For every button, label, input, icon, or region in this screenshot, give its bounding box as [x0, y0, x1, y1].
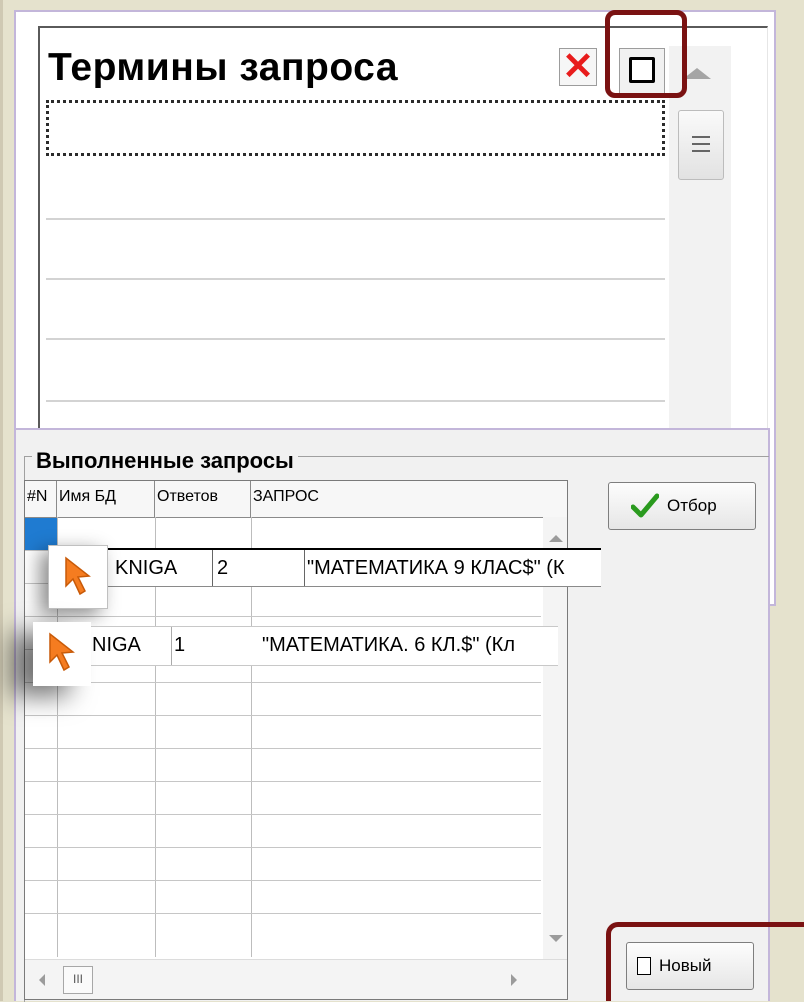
page-edge	[0, 0, 3, 1001]
scroll-down-arrow-icon[interactable]	[549, 935, 563, 942]
selected-term-row[interactable]	[46, 100, 665, 156]
term-row[interactable]	[46, 338, 665, 340]
term-row[interactable]	[46, 278, 665, 280]
clear-terms-button[interactable]: ✕	[559, 46, 597, 88]
query-cell: "МАТЕМАТИКА 9 КЛАС$" (К	[307, 557, 565, 579]
scroll-left-arrow-icon[interactable]	[39, 974, 45, 986]
answers-cell: 1	[174, 634, 186, 656]
grid-line	[25, 715, 541, 716]
orange-arrow-cursor-icon	[49, 632, 75, 672]
column-header-answers[interactable]: Ответов	[155, 481, 251, 517]
grid-line	[25, 880, 541, 881]
column-header-number[interactable]: #N	[25, 481, 57, 517]
green-checkmark-icon	[631, 493, 659, 518]
grid-line	[25, 781, 541, 782]
db-name-cell: KNIGA	[115, 550, 213, 586]
drag-cursor	[33, 622, 91, 686]
query-row[interactable]: NIGA 1 "МАТЕМАТИКА. 6 КЛ.$" (Кл	[80, 626, 558, 666]
grid-line	[25, 748, 541, 749]
term-row[interactable]	[46, 218, 665, 220]
column-header-query[interactable]: ЗАПРОС	[251, 481, 543, 517]
executed-queries-window: Выполненные запросы #N Имя БД Ответов ЗА…	[14, 428, 770, 1002]
db-name-cell: NIGA	[92, 627, 172, 665]
red-x-icon: ✕	[562, 46, 594, 88]
scroll-up-arrow-icon[interactable]	[683, 68, 711, 79]
grid-line	[25, 847, 541, 848]
scroll-up-arrow-icon[interactable]	[549, 535, 563, 542]
queries-title: Выполненные запросы	[32, 448, 298, 474]
highlight-frame	[606, 922, 804, 1001]
grid-line	[25, 814, 541, 815]
grid-line	[25, 682, 541, 683]
term-row[interactable]	[46, 400, 665, 402]
drag-cursor	[48, 545, 108, 609]
select-button-label: Отбор	[667, 496, 717, 515]
query-row[interactable]: KNIGA 2 "МАТЕМАТИКА 9 КЛАС$" (К	[82, 548, 601, 587]
scroll-right-arrow-icon[interactable]	[511, 974, 517, 986]
grid-line	[25, 616, 541, 617]
query-cell: "МАТЕМАТИКА. 6 КЛ.$" (Кл	[262, 634, 515, 656]
column-header-db-name[interactable]: Имя БД	[57, 481, 155, 517]
grid-header: #N Имя БД Ответов ЗАПРОС	[25, 481, 567, 518]
select-button[interactable]: Отбор	[608, 482, 756, 530]
highlight-frame	[605, 10, 687, 98]
scroll-thumb[interactable]: III	[63, 966, 93, 994]
answers-cell: 2	[213, 550, 305, 586]
grid-line	[25, 913, 541, 914]
terms-title: Термины запроса	[48, 46, 399, 89]
orange-arrow-cursor-icon	[65, 556, 91, 596]
grid-horizontal-scrollbar[interactable]: III	[25, 959, 567, 999]
scroll-thumb[interactable]	[678, 110, 724, 180]
